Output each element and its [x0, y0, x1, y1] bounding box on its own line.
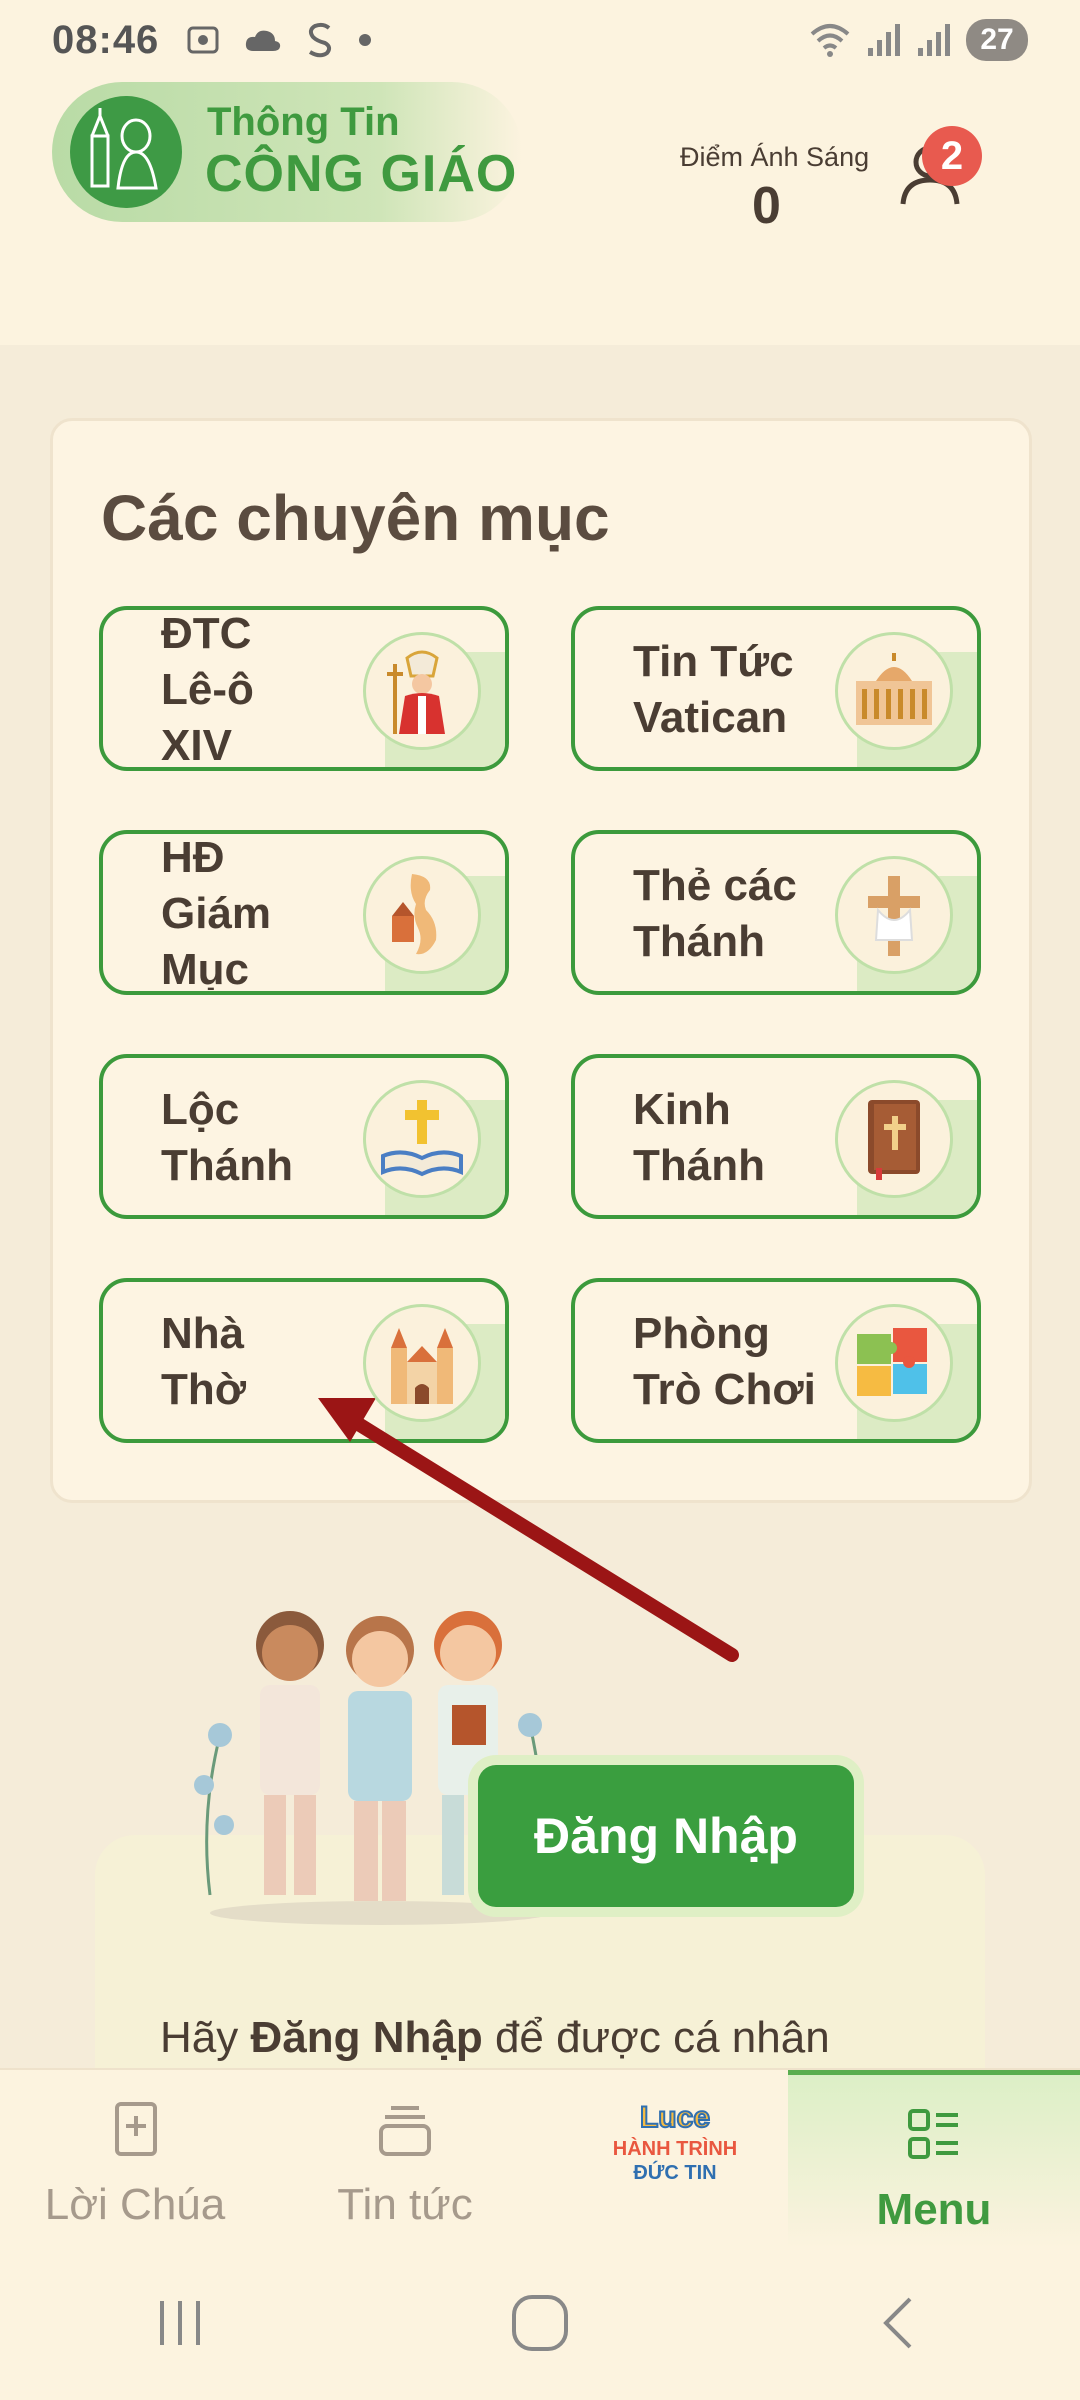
- nav-news[interactable]: Tin tức: [270, 2070, 540, 2248]
- status-right-icons: 27: [808, 19, 1028, 61]
- nav-label: Tin tức: [337, 2180, 473, 2229]
- app-logo[interactable]: Thông Tin CÔNG GIÁO: [52, 82, 522, 222]
- categories-title: Các chuyên mục: [101, 482, 610, 554]
- points-label: Điểm Ánh Sáng: [680, 142, 870, 172]
- luce-logo-line2: HÀNH TRÌNH: [613, 2137, 737, 2160]
- s-app-icon: [309, 22, 332, 58]
- plant-left: [194, 1723, 234, 1896]
- notification-badge: 2: [922, 126, 982, 186]
- cross-icon: [835, 856, 953, 974]
- login-prompt-bold: Đăng Nhập: [250, 2013, 483, 2062]
- signal-icon: [868, 24, 900, 56]
- app-header: Thông Tin CÔNG GIÁO Điểm Ánh Sáng 0 2: [0, 80, 1080, 345]
- system-navigation-bar: [0, 2246, 1080, 2400]
- nav-label: Lời Chúa: [44, 2180, 226, 2229]
- luce-journey-logo[interactable]: Luce HÀNH TRÌNH ĐỨC TIN: [605, 2095, 745, 2195]
- category-churches[interactable]: Nhà Thờ: [99, 1278, 509, 1443]
- category-holy-gift[interactable]: Lộc Thánh: [99, 1054, 509, 1219]
- login-prompt-suffix: để được cá nhân: [482, 2013, 830, 2062]
- category-game-room[interactable]: Phòng Trò Chơi: [571, 1278, 981, 1443]
- login-prompt-prefix: Hãy: [160, 2013, 251, 2062]
- categories-card: Các chuyên mục ĐTC Lê-ô XIV Tin Tức Vati…: [50, 418, 1032, 1503]
- category-bible[interactable]: Kinh Thánh: [571, 1054, 981, 1219]
- bible-cross-icon: [363, 1080, 481, 1198]
- category-pope[interactable]: ĐTC Lê-ô XIV: [99, 606, 509, 771]
- status-left-icons: [185, 20, 373, 60]
- luce-logo-line3: ĐỨC TIN: [633, 2160, 716, 2184]
- category-label: HĐ Giám Mục: [161, 833, 272, 990]
- menu-grid-icon: [908, 2109, 958, 2159]
- nav-menu[interactable]: Menu: [788, 2070, 1080, 2248]
- vatican-icon: [835, 632, 953, 750]
- book-plus-icon: [115, 2102, 157, 2156]
- recent-apps-icon[interactable]: [150, 2293, 210, 2353]
- nav-label: Menu: [876, 2185, 992, 2234]
- vietnam-map-icon: [363, 856, 481, 974]
- stack-icon: [379, 2106, 431, 2156]
- wifi-icon: [810, 24, 850, 57]
- category-label: Kinh Thánh: [633, 1085, 765, 1190]
- category-label: ĐTC Lê-ô XIV: [161, 609, 254, 766]
- cloud-icon: [246, 30, 281, 51]
- login-prompt: Hãy Đăng Nhập để được cá nhân: [160, 2013, 830, 2063]
- category-label: Tin Tức Vatican: [633, 637, 794, 742]
- bottom-navigation: Lời Chúa Tin tức Menu: [0, 2068, 1080, 2248]
- pope-icon: [363, 632, 481, 750]
- screenshot-icon: [187, 26, 219, 54]
- status-time: 08:46: [52, 17, 160, 62]
- dot-icon: [359, 34, 372, 46]
- logo-emblem: [70, 96, 182, 208]
- category-saint-cards[interactable]: Thẻ các Thánh: [571, 830, 981, 995]
- church-icon: [363, 1304, 481, 1422]
- login-button[interactable]: Đăng Nhập: [478, 1765, 854, 1907]
- nav-word-of-god[interactable]: Lời Chúa: [0, 2070, 270, 2248]
- logo-line1: Thông Tin: [207, 100, 400, 144]
- battery-indicator: 27: [966, 19, 1028, 61]
- puzzle-icon: [835, 1304, 953, 1422]
- signal-2-icon: [918, 24, 950, 56]
- category-label: Nhà Thờ: [161, 1309, 247, 1414]
- category-label: Thẻ các Thánh: [633, 861, 797, 966]
- back-icon[interactable]: [870, 2293, 930, 2353]
- home-icon[interactable]: [510, 2293, 570, 2353]
- category-label: Phòng Trò Chơi: [633, 1309, 816, 1414]
- points-value: 0: [752, 177, 781, 235]
- category-label: Lộc Thánh: [161, 1085, 293, 1190]
- category-bishops-council[interactable]: HĐ Giám Mục: [99, 830, 509, 995]
- luce-logo-line1: Luce: [640, 2101, 710, 2134]
- holy-book-icon: [835, 1080, 953, 1198]
- cathedral-mary-icon: [90, 108, 158, 190]
- logo-line2: CÔNG GIÁO: [205, 145, 518, 203]
- status-bar: 08:46 27: [0, 0, 1080, 80]
- category-vatican-news[interactable]: Tin Tức Vatican: [571, 606, 981, 771]
